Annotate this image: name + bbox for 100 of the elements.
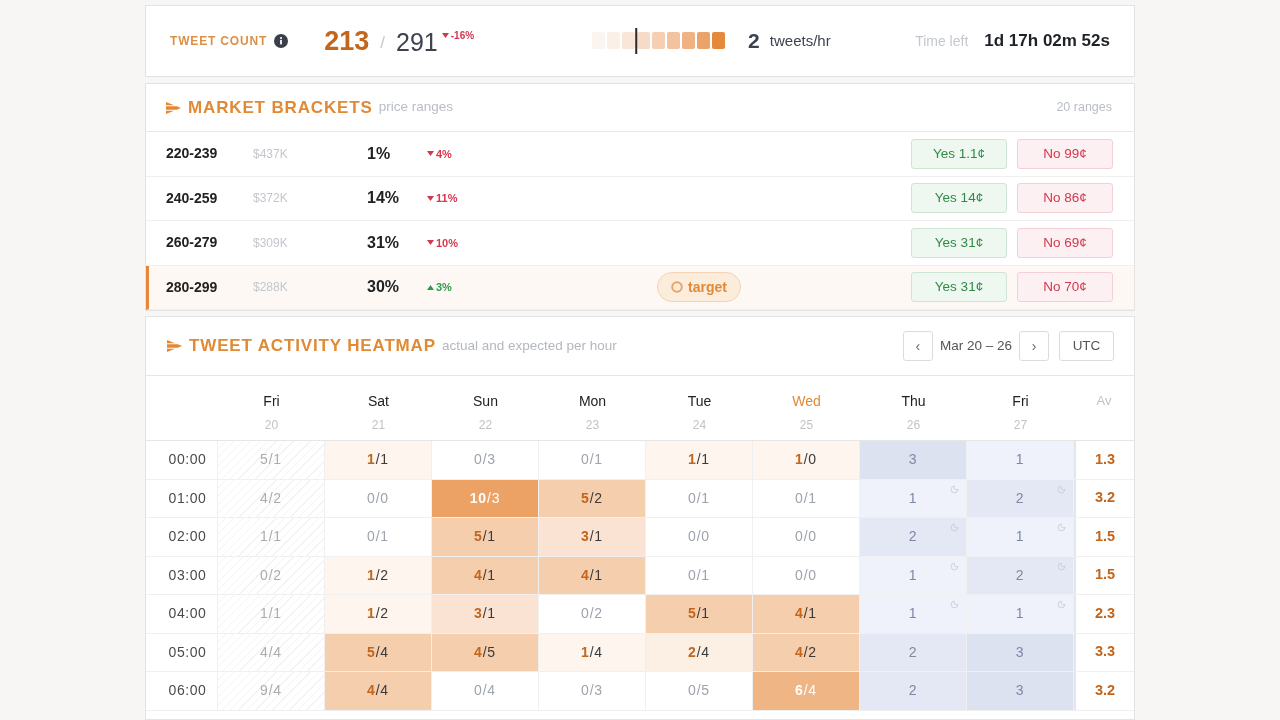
cell-value: 4/1: [581, 565, 603, 585]
cell-value: 1/1: [367, 450, 389, 470]
hour-label: 04:00: [168, 604, 207, 624]
time-left-label: Time left: [915, 31, 969, 51]
no-button[interactable]: No 99¢: [1017, 138, 1113, 169]
moon-icon: [1057, 600, 1066, 609]
cell-value: 4/1: [474, 565, 496, 585]
target-label: target: [688, 277, 727, 297]
average-value: 3.3: [1094, 642, 1116, 662]
day-date: 23: [585, 417, 600, 434]
section-subtitle: actual and expected per hour: [441, 336, 617, 355]
next-week-button[interactable]: ›: [1019, 331, 1049, 361]
moon-icon: [950, 561, 959, 571]
cell-value: 2: [1015, 488, 1025, 508]
cell-value: 2/4: [688, 642, 710, 662]
hour-label: 01:00: [168, 488, 207, 508]
cell-value: 5/1: [260, 450, 282, 470]
moon-icon: [1057, 523, 1066, 532]
no-button[interactable]: No 69¢: [1017, 227, 1113, 258]
bracket-probability: 31%: [367, 232, 401, 253]
yes-button[interactable]: Yes 31¢: [911, 272, 1007, 303]
day-date: 27: [1013, 417, 1028, 434]
cell-value: 5/4: [367, 642, 389, 662]
hour-label: 02:00: [168, 527, 207, 547]
bracket-change: 3%: [436, 280, 452, 295]
yes-button[interactable]: Yes 1.1¢: [911, 138, 1007, 169]
no-button[interactable]: No 86¢: [1017, 183, 1113, 214]
cell-value: 0/1: [688, 488, 710, 508]
bracket-range: 240-259: [166, 188, 219, 208]
bracket-volume: $372K: [253, 190, 289, 208]
date-range: Mar 20 – 26: [939, 336, 1012, 355]
average-value: 2.3: [1094, 603, 1116, 623]
cell-value: 4/4: [260, 642, 282, 662]
day-name: Mon: [578, 392, 607, 411]
cell-value: 1/4: [581, 642, 603, 662]
day-date: 25: [799, 417, 814, 434]
tweet-count-label: TWEET COUNT: [170, 33, 268, 50]
triangle-icon: [166, 101, 181, 114]
day-name: Sun: [473, 392, 498, 411]
tweet-count-value: 213: [324, 25, 370, 57]
hour-label: 00:00: [168, 450, 207, 470]
cell-value: 3: [1015, 681, 1025, 701]
cell-value: 1/1: [688, 450, 710, 470]
bracket-volume: $309K: [253, 234, 289, 252]
no-button[interactable]: No 70¢: [1017, 272, 1113, 303]
cell-value: 4/4: [367, 681, 389, 701]
cell-value: 0/2: [581, 604, 603, 624]
day-date: 24: [692, 417, 707, 434]
cell-value: 1: [908, 565, 918, 585]
day-date: 21: [371, 417, 386, 434]
info-icon[interactable]: [274, 34, 289, 48]
cell-value: 3/1: [581, 527, 603, 547]
yes-button[interactable]: Yes 31¢: [911, 227, 1007, 258]
yes-button[interactable]: Yes 14¢: [911, 183, 1007, 214]
hour-label: 06:00: [168, 681, 207, 701]
section-title: TWEET ACTIVITY HEATMAP: [189, 335, 436, 358]
bracket-change: 10%: [436, 235, 459, 251]
previous-week-button[interactable]: ‹: [902, 331, 933, 361]
cell-value: 3/1: [474, 604, 496, 624]
day-name: Tue: [687, 392, 712, 411]
day-name: Sat: [368, 392, 389, 411]
rate-value: 2: [748, 28, 760, 55]
bracket-probability: 1%: [367, 143, 392, 164]
cell-value: 1: [908, 488, 918, 508]
cell-value: 1/1: [260, 527, 282, 547]
bracket-probability: 14%: [367, 188, 401, 209]
cell-value: 1/1: [260, 604, 282, 624]
cell-value: 0/2: [260, 565, 282, 585]
average-value: 1.5: [1094, 565, 1116, 585]
cell-value: 1/2: [367, 565, 389, 585]
bracket-range: 260-279: [166, 233, 219, 253]
tweet-count-target: 291: [396, 27, 438, 57]
cell-value: 4/5: [474, 642, 496, 662]
cell-value: 2: [1015, 565, 1025, 585]
day-name: Wed: [792, 392, 821, 411]
time-left-value: 1d 17h 02m 52s: [984, 30, 1110, 53]
cell-value: 3: [908, 450, 918, 470]
timezone-button[interactable]: UTC: [1059, 331, 1114, 361]
cell-value: 5/1: [474, 527, 496, 547]
cell-value: 0/4: [474, 681, 496, 701]
day-name: Thu: [901, 392, 926, 411]
cell-value: 1/2: [367, 604, 389, 624]
cell-value: 0/1: [795, 488, 817, 508]
cell-value: 0/3: [474, 450, 496, 470]
moon-icon: [1057, 484, 1066, 494]
rate-unit: tweets/hr: [769, 30, 831, 51]
cell-value: 0/5: [688, 681, 710, 701]
bracket-volume: $437K: [253, 145, 289, 163]
cell-value: 0/1: [581, 450, 603, 470]
average-value: 3.2: [1094, 488, 1116, 508]
cell-value: 0/0: [688, 527, 710, 547]
bracket-change: 11%: [436, 191, 458, 206]
average-value: 3.2: [1094, 680, 1116, 700]
day-date: 26: [906, 417, 921, 434]
cell-value: 4/2: [795, 642, 817, 662]
cell-value: 6/4: [795, 681, 817, 701]
moon-icon: [950, 523, 959, 532]
cell-value: 4/1: [795, 604, 817, 624]
average-value: 1.3: [1094, 449, 1116, 469]
bracket-probability: 30%: [367, 277, 401, 298]
